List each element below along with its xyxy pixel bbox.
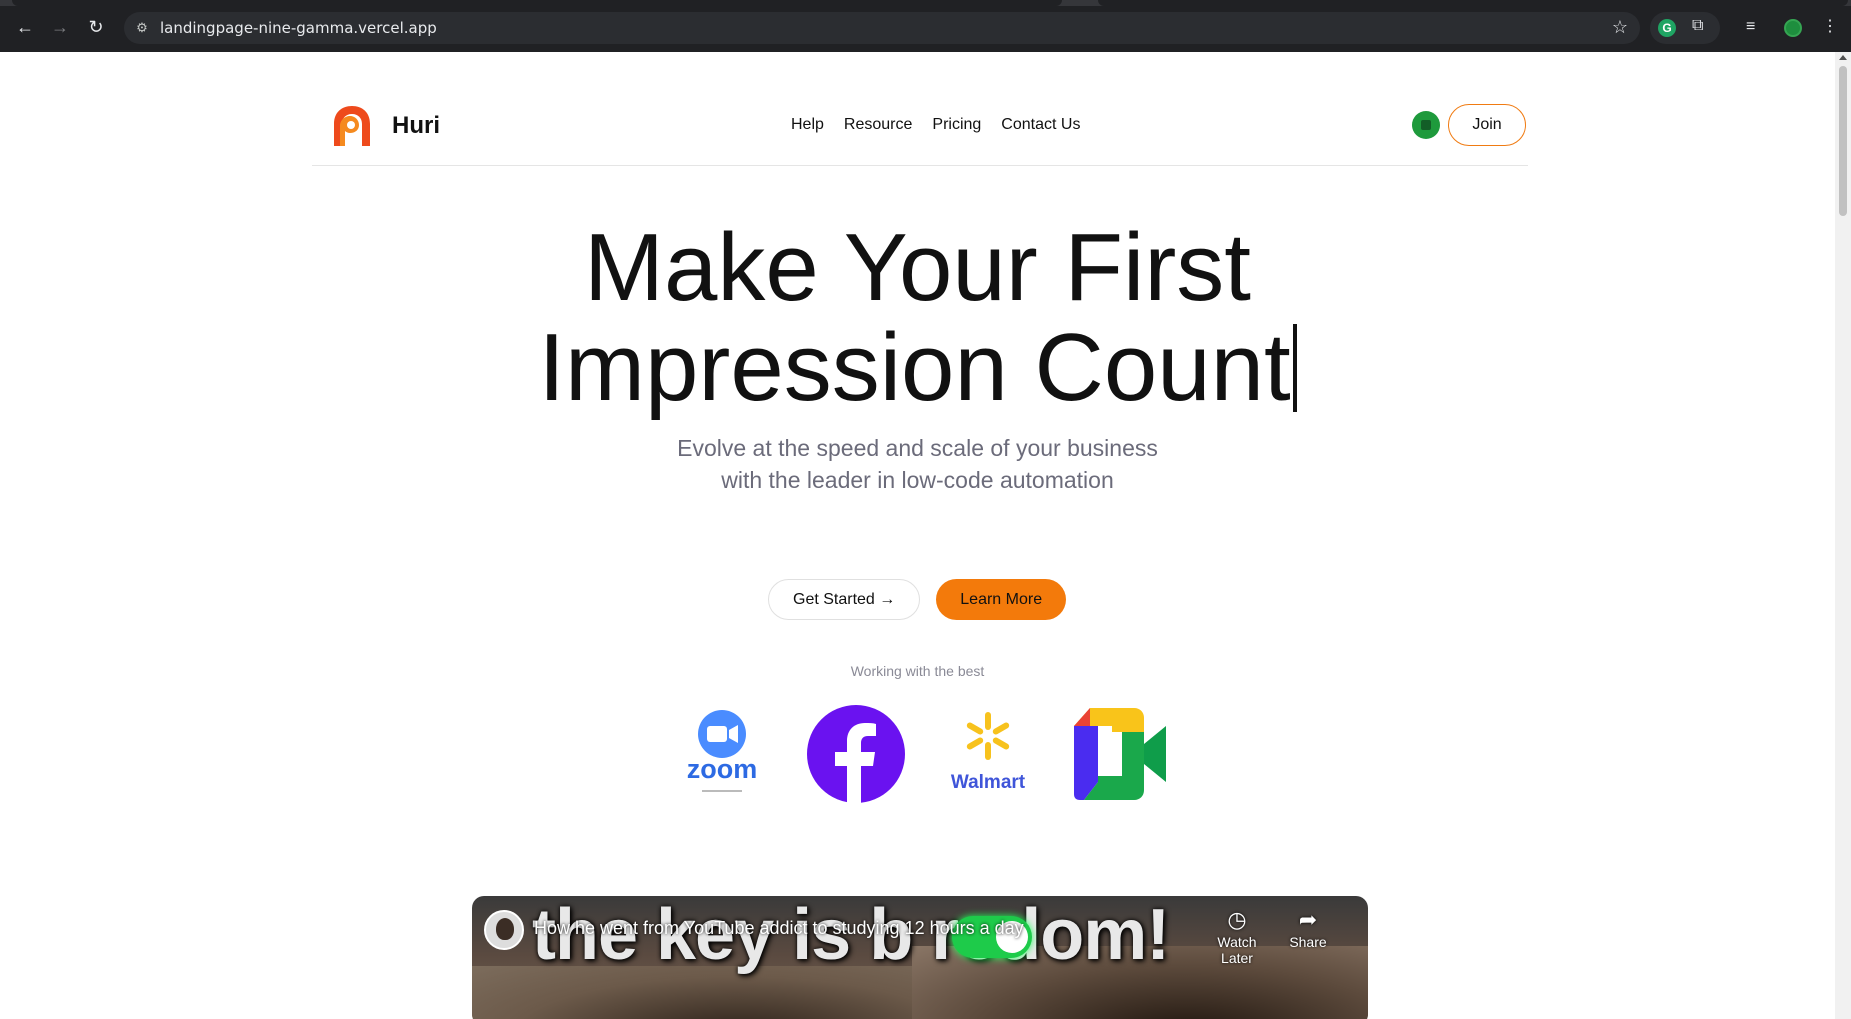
grammarly-icon[interactable]: G: [1658, 19, 1676, 37]
cta-buttons: Get Started → Learn More: [768, 579, 1067, 620]
hero-subtitle-line1: Evolve at the speed and scale of your bu…: [677, 435, 1158, 461]
learn-more-button[interactable]: Learn More: [936, 579, 1067, 620]
reload-icon[interactable]: ↻: [86, 17, 106, 37]
nav-link-resource[interactable]: Resource: [844, 116, 912, 134]
watch-later-label: Watch Later: [1217, 934, 1257, 966]
scroll-up-arrow-icon[interactable]: [1839, 55, 1847, 60]
share-button[interactable]: ➦ Share: [1278, 907, 1338, 951]
hero-title-line1: Make Your First: [584, 214, 1251, 321]
zoom-wordmark: zoom: [687, 754, 758, 784]
forward-icon[interactable]: →: [50, 17, 70, 37]
page-scrollbar[interactable]: [1835, 52, 1851, 1019]
share-arrow-icon: ➦: [1298, 907, 1318, 932]
extension-status-icon[interactable]: [1412, 111, 1440, 139]
landing-page: Huri Help Resource Pricing Contact Us Jo…: [0, 52, 1835, 1019]
walmart-wordmark: Walmart: [951, 772, 1026, 793]
watch-later-button[interactable]: ◷ Watch Later: [1202, 907, 1272, 967]
bookmark-star-icon[interactable]: ☆: [1612, 17, 1628, 38]
nav-link-pricing[interactable]: Pricing: [932, 116, 981, 134]
brand-name[interactable]: Huri: [392, 112, 440, 140]
partner-logos: zoom Walmart: [674, 704, 1174, 804]
channel-avatar[interactable]: [484, 910, 524, 950]
extensions-group: G ⧉: [1650, 12, 1720, 44]
partners-heading: Working with the best: [850, 663, 985, 679]
huri-logo-icon[interactable]: [330, 102, 374, 150]
inactive-tab[interactable]: [1098, 0, 1848, 6]
hero-subtitle-line2: with the leader in low-code automation: [721, 467, 1114, 493]
hero-subtitle: Evolve at the speed and scale of your bu…: [0, 432, 1835, 496]
join-button[interactable]: Join: [1448, 104, 1526, 146]
tab-strip: [0, 0, 1851, 6]
nav-link-help[interactable]: Help: [791, 116, 824, 134]
get-started-button[interactable]: Get Started →: [768, 579, 921, 620]
scrollbar-thumb[interactable]: [1839, 66, 1847, 216]
video-title[interactable]: How he went from YouTube addict to study…: [534, 918, 1024, 939]
site-settings-icon[interactable]: ⚙: [132, 18, 152, 38]
site-navbar: Huri Help Resource Pricing Contact Us Jo…: [312, 102, 1528, 166]
typing-caret: [1292, 324, 1297, 412]
back-icon[interactable]: ←: [15, 17, 35, 37]
facebook-logo-icon: [807, 705, 905, 803]
zoom-logo-icon: zoom: [687, 710, 758, 792]
url-text[interactable]: landingpage-nine-gamma.vercel.app: [160, 19, 437, 37]
clock-icon: ◷: [1227, 907, 1247, 932]
nav-links: Help Resource Pricing Contact Us: [791, 116, 1080, 134]
hero-title-line2: Impression Count: [538, 314, 1291, 421]
nav-link-contact-us[interactable]: Contact Us: [1001, 116, 1080, 134]
extensions-icon[interactable]: ⧉: [1692, 17, 1703, 35]
hero-title: Make Your First Impression Count: [0, 218, 1835, 418]
browser-toolbar: ← → ↻ ⚙ landingpage-nine-gamma.vercel.ap…: [0, 0, 1851, 52]
google-meet-logo-icon: [1074, 708, 1166, 800]
embedded-video[interactable]: the key is b redom! How he went from You…: [472, 896, 1368, 1019]
walmart-logo-icon: Walmart: [951, 712, 1026, 793]
profile-avatar[interactable]: [1784, 19, 1802, 37]
address-bar[interactable]: ⚙ landingpage-nine-gamma.vercel.app ☆: [124, 12, 1640, 44]
media-control-icon[interactable]: ≡: [1746, 17, 1755, 37]
share-label: Share: [1289, 934, 1327, 950]
active-tab[interactable]: [12, 0, 1062, 6]
browser-menu-icon[interactable]: ⋮: [1822, 17, 1838, 37]
